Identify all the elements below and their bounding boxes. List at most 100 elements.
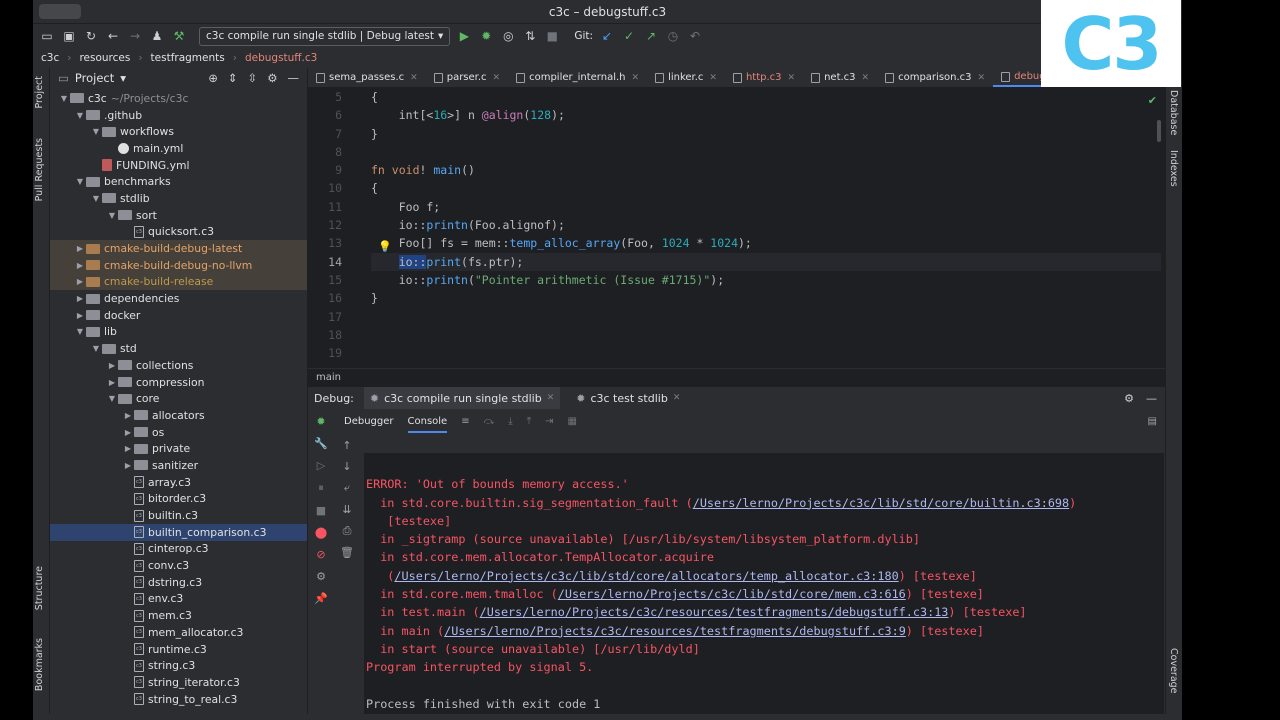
close-icon[interactable]: ✕: [862, 73, 870, 83]
close-icon[interactable]: ✕: [978, 73, 986, 83]
chevron-down-icon[interactable]: ▼: [90, 344, 102, 353]
line-number[interactable]: 17: [308, 308, 366, 326]
rerun-icon[interactable]: ✹: [316, 415, 325, 428]
indexes-tool-button[interactable]: Indexes: [1168, 150, 1179, 187]
tree-item[interactable]: main.yml: [50, 140, 307, 157]
tree-item[interactable]: c3 string_to_real.c3: [50, 691, 307, 708]
tree-item[interactable]: ▶ cmake-build-release: [50, 273, 307, 291]
close-icon[interactable]: ✕: [709, 73, 717, 83]
gear-icon[interactable]: ⚙: [316, 570, 326, 583]
save-icon[interactable]: ▣: [61, 28, 77, 44]
editor-tab[interactable]: comparison.c3 ✕: [877, 68, 993, 87]
gear-icon[interactable]: ⚙: [267, 71, 277, 85]
chevron-down-icon[interactable]: ▼: [106, 211, 118, 220]
editor-tab[interactable]: compiler_internal.h ✕: [508, 68, 647, 87]
chevron-right-icon[interactable]: ▶: [122, 444, 134, 453]
source-link[interactable]: /Users/lerno/Projects/c3c/lib/std/core/b…: [693, 496, 1069, 510]
line-number[interactable]: 7: [308, 125, 366, 143]
back-icon[interactable]: ←: [105, 28, 121, 44]
tree-item[interactable]: ▶ docker: [50, 307, 307, 324]
tree-item[interactable]: FUNDING.yml: [50, 157, 307, 174]
menu-icon[interactable]: ≡: [461, 416, 469, 427]
chevron-right-icon[interactable]: ▶: [74, 244, 86, 253]
tree-item[interactable]: ▶ dependencies: [50, 290, 307, 307]
scroll-up-icon[interactable]: ↑: [342, 439, 351, 452]
git-history-icon[interactable]: ◷: [665, 28, 681, 44]
tree-item[interactable]: ▶ sanitizer: [50, 457, 307, 474]
tree-item[interactable]: ▼ std: [50, 340, 307, 357]
minimize-icon[interactable]: —: [1146, 392, 1157, 405]
close-icon[interactable]: ✕: [493, 73, 501, 83]
breakpoints-icon[interactable]: ⬤: [315, 526, 327, 539]
open-folder-icon[interactable]: ▭: [39, 28, 55, 44]
tree-item[interactable]: ▶ allocators: [50, 407, 307, 424]
debug-session-tab[interactable]: ✹ c3c test stdlib ✕: [570, 387, 686, 409]
tree-item[interactable]: c3 array.c3: [50, 474, 307, 491]
chevron-right-icon[interactable]: ▶: [106, 378, 118, 387]
chevron-right-icon[interactable]: ▶: [74, 261, 86, 270]
minimize-icon[interactable]: —: [288, 71, 300, 85]
tree-item[interactable]: ▶ compression: [50, 374, 307, 391]
chevron-down-icon[interactable]: ▼: [74, 327, 86, 336]
line-number[interactable]: 11: [308, 198, 366, 216]
project-tool-button[interactable]: Project: [34, 76, 45, 109]
editor-function-breadcrumb[interactable]: main: [308, 368, 1165, 386]
step-over-icon[interactable]: ⤼: [484, 416, 495, 427]
tab-debugger[interactable]: Debugger: [344, 416, 394, 427]
run-to-cursor-icon[interactable]: ⇥: [545, 416, 553, 427]
locate-icon[interactable]: ⊕: [208, 71, 218, 85]
line-number[interactable]: 19: [308, 344, 366, 362]
chevron-down-icon[interactable]: ▼: [74, 111, 86, 120]
pin-icon[interactable]: 📌: [314, 592, 328, 605]
line-number[interactable]: 9: [308, 161, 366, 179]
chevron-down-icon[interactable]: ▼: [90, 194, 102, 203]
coverage-icon[interactable]: ◎: [500, 28, 516, 44]
tree-item[interactable]: c3 dstring.c3: [50, 574, 307, 591]
tree-item[interactable]: ▼ .github: [50, 107, 307, 124]
tree-item[interactable]: c3 string_iterator.c3: [50, 674, 307, 691]
close-icon[interactable]: ✕: [673, 393, 681, 403]
pull-requests-tool-button[interactable]: Pull Requests: [34, 138, 45, 201]
step-out-icon[interactable]: ⤒: [527, 416, 531, 427]
tree-item[interactable]: c3 bitorder.c3: [50, 491, 307, 508]
scroll-to-end-icon[interactable]: ⇊: [342, 503, 351, 516]
trash-icon[interactable]: 🗑: [340, 546, 354, 559]
chevron-right-icon[interactable]: ▶: [122, 411, 134, 420]
tree-item[interactable]: ▶ collections: [50, 357, 307, 374]
chevron-right-icon[interactable]: ▶: [106, 361, 118, 370]
close-icon[interactable]: ✕: [788, 73, 796, 83]
chevron-right-icon[interactable]: ▶: [74, 311, 86, 320]
line-number[interactable]: 13: [308, 234, 366, 252]
editor-tab[interactable]: linker.c ✕: [647, 68, 725, 87]
source-link[interactable]: /Users/lerno/Projects/c3c/lib/std/core/m…: [558, 587, 906, 601]
database-tool-button[interactable]: Database: [1168, 90, 1179, 135]
breadcrumb-item[interactable]: resources: [79, 52, 130, 64]
coverage-tool-button[interactable]: Coverage: [1168, 648, 1179, 694]
editor-tab[interactable]: http.c3 ✕: [725, 68, 803, 87]
mute-breakpoints-icon[interactable]: ⊘: [316, 548, 325, 561]
tree-item[interactable]: c3 builtin.c3: [50, 507, 307, 524]
tree-item[interactable]: ▼ sort: [50, 207, 307, 224]
line-number[interactable]: 15: [308, 271, 366, 289]
tab-console[interactable]: Console: [407, 410, 448, 433]
collapse-all-icon[interactable]: ⇳: [248, 71, 258, 85]
console-output[interactable]: ERROR: 'Out of bounds memory access.' in…: [364, 453, 1164, 720]
tree-item[interactable]: ▼ stdlib: [50, 190, 307, 207]
code-editor[interactable]: { int[<16>] n @align(128); } fn void! ma…: [371, 88, 1161, 368]
run-configuration-select[interactable]: c3c compile run single stdlib | Debug la…: [199, 26, 451, 46]
chevron-down-icon[interactable]: ▼: [74, 177, 86, 186]
line-number[interactable]: 16: [308, 289, 366, 307]
tree-item[interactable]: ▼ core: [50, 390, 307, 407]
editor-tab[interactable]: parser.c ✕: [426, 68, 508, 87]
run-icon[interactable]: ▶: [456, 28, 472, 44]
pause-icon[interactable]: ⏸: [318, 481, 324, 495]
editor-tab[interactable]: sema_passes.c ✕: [308, 68, 426, 87]
tree-item[interactable]: ▶ os: [50, 424, 307, 441]
chevron-right-icon[interactable]: ▶: [74, 294, 86, 303]
stop-icon[interactable]: ■: [544, 28, 560, 44]
tree-item[interactable]: ▶ cmake-build-debug-no-llvm: [50, 256, 307, 274]
tree-item[interactable]: c3 builtin_comparison.c3: [50, 523, 307, 541]
tree-item[interactable]: c3 quicksort.c3: [50, 224, 307, 241]
stop-icon[interactable]: ■: [316, 504, 326, 517]
line-number[interactable]: 14: [308, 253, 366, 271]
